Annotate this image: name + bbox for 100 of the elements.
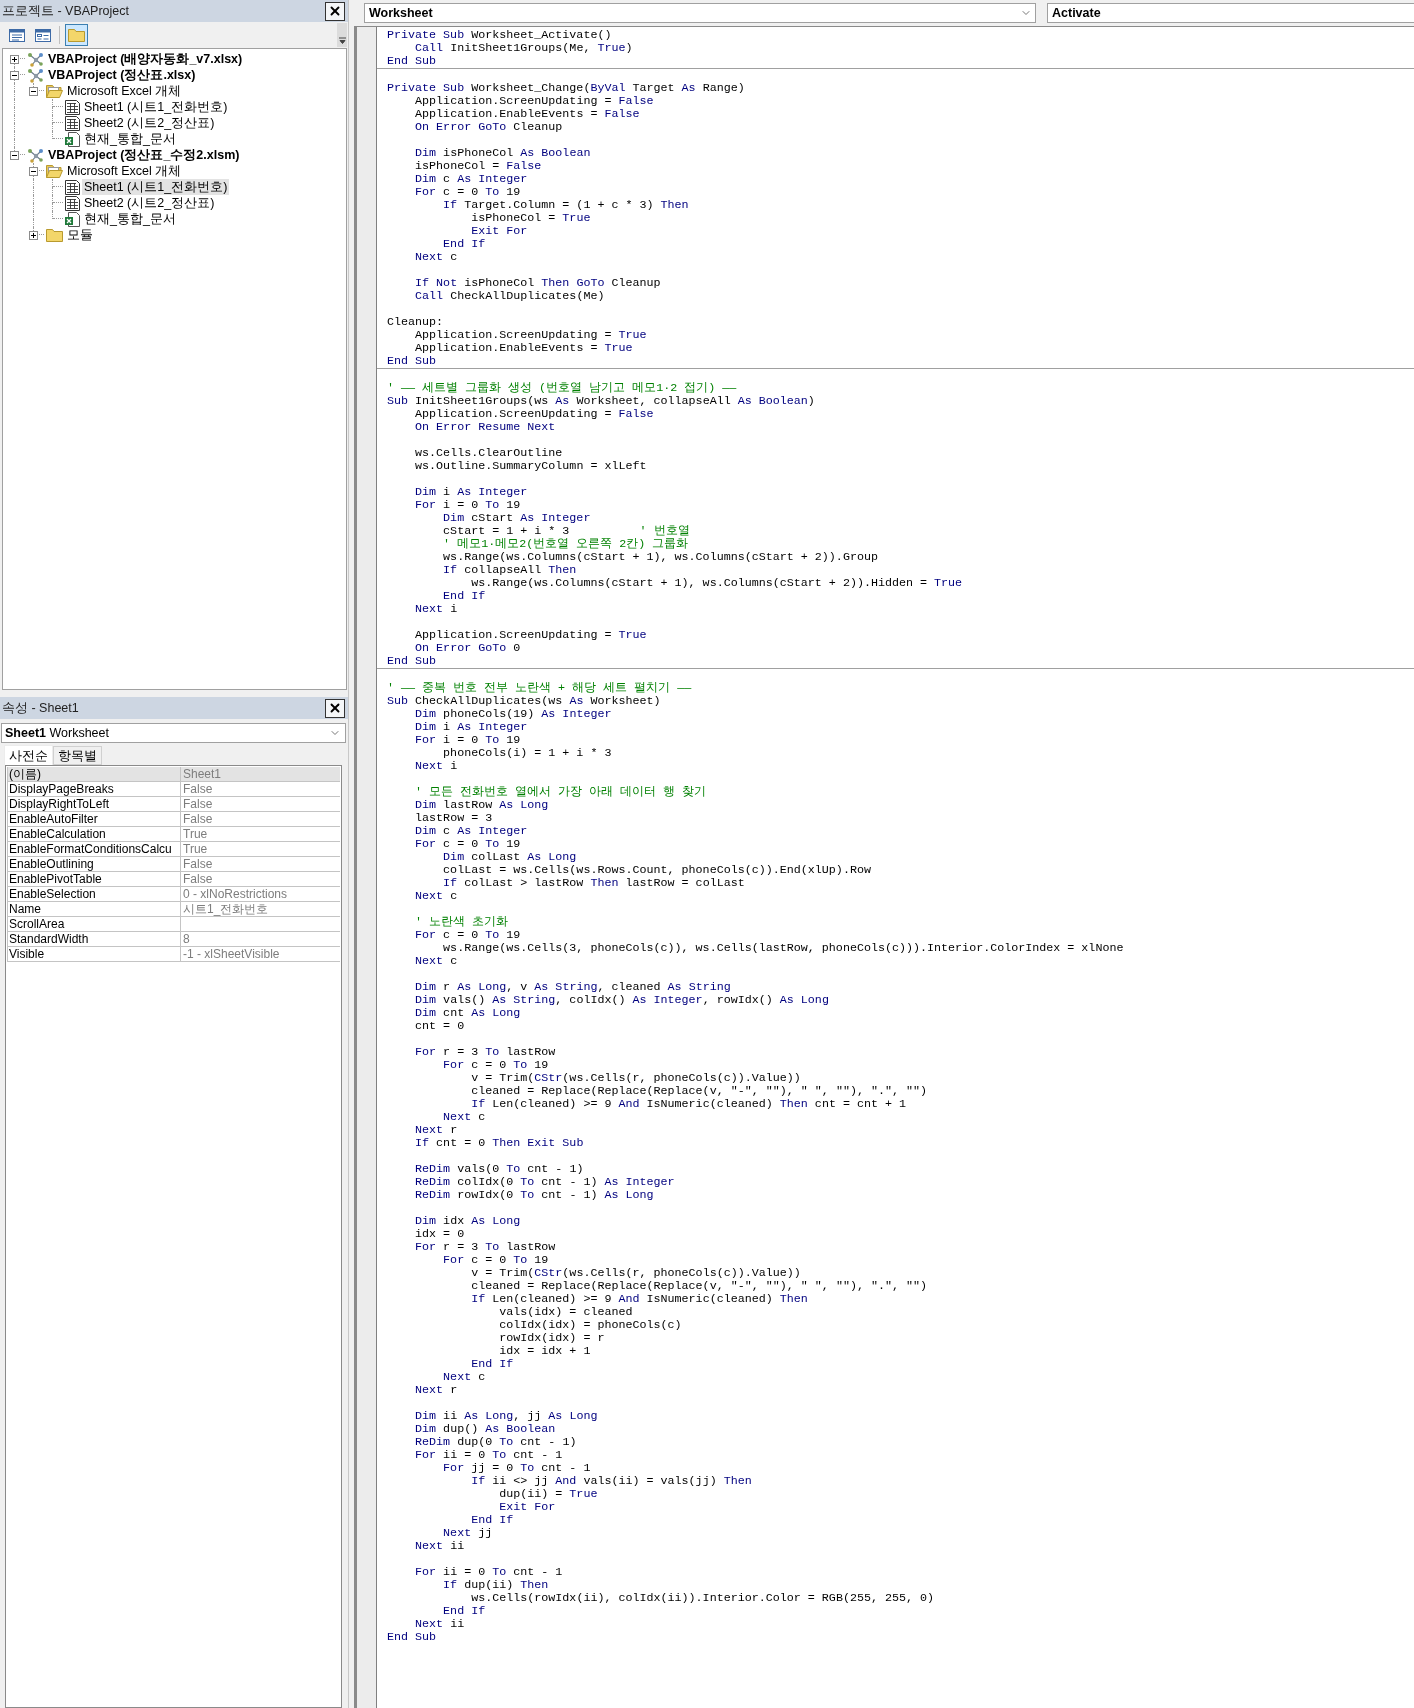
code-line: For c = 0 To 19: [415, 186, 521, 199]
code-line: Dim lastRow As Long: [415, 799, 549, 812]
minus-box-icon[interactable]: [29, 167, 38, 176]
property-row[interactable]: Visible -1 - xlSheetVisible: [7, 947, 340, 962]
code-line: Sub InitSheet1Groups(ws As Worksheet, collapseAll As Boolean): [387, 395, 815, 408]
close-icon: [328, 4, 342, 18]
code-line: cnt = 0: [415, 1020, 465, 1033]
property-name: ScrollArea: [9, 917, 65, 931]
property-row[interactable]: Name 시트1_전화번호: [7, 902, 340, 917]
property-value: 0 - xlNoRestrictions: [183, 887, 288, 901]
close-button[interactable]: [325, 1, 345, 21]
object-dropdown[interactable]: Worksheet: [364, 3, 1036, 23]
property-name: (이름): [9, 767, 41, 781]
property-row[interactable]: StandardWidth 8: [7, 932, 340, 947]
property-row[interactable]: EnableAutoFilter False: [7, 812, 340, 827]
property-name: DisplayPageBreaks: [9, 782, 114, 796]
code-line: On Error GoTo 0: [415, 642, 521, 655]
folder-icon: [46, 228, 63, 242]
plus-box-icon[interactable]: [10, 55, 19, 64]
code-line: Next ii: [415, 1540, 465, 1553]
tree-item[interactable]: VBAProject (배양자동화_v7.xlsx): [46, 51, 245, 67]
code-line: Application.EnableEvents = True: [415, 342, 633, 355]
overflow-button[interactable]: [337, 23, 347, 47]
folder-icon: [68, 28, 85, 42]
property-row[interactable]: ScrollArea: [7, 917, 340, 932]
property-row[interactable]: EnableCalculation True: [7, 827, 340, 842]
code-line: lastRow = 3: [415, 812, 493, 825]
tree-item[interactable]: Sheet2 (시트2_정산표): [82, 115, 217, 131]
sheet-grid-icon: [65, 99, 80, 115]
property-row[interactable]: EnableFormatConditionsCalcu True: [7, 842, 340, 857]
code-line: ws.Range(ws.Columns(cStart + 1), ws.Columns(cStart + 2)).Hidden = True: [471, 577, 963, 590]
code-line: For jj = 0 To cnt - 1: [443, 1462, 591, 1475]
property-name: StandardWidth: [9, 932, 89, 946]
tree-item[interactable]: Microsoft Excel 개체: [65, 163, 184, 179]
code-line: ' 노란색 초기화: [415, 916, 509, 929]
tab[interactable]: 항목별: [53, 746, 102, 765]
code-line: ws.Cells(rowIdx(ii), colIdx(ii)).Interior.Color = RGB(255, 255, 0): [471, 1592, 935, 1605]
minus-box-icon[interactable]: [10, 151, 19, 160]
tab[interactable]: 사전순: [4, 745, 53, 765]
code-line: Dim i As Integer: [415, 721, 528, 734]
code-line: Sub CheckAllDuplicates(ws As Worksheet): [387, 695, 661, 708]
property-row[interactable]: EnableOutlining False: [7, 857, 340, 872]
code-line: idx = 0: [415, 1228, 465, 1241]
code-line: ReDim colIdx(0 To cnt - 1) As Integer: [415, 1176, 675, 1189]
procedure-dropdown[interactable]: Activate: [1047, 3, 1414, 23]
minus-box-icon[interactable]: [29, 87, 38, 96]
code-line: End Sub: [387, 355, 437, 368]
property-name: EnableSelection: [9, 887, 96, 901]
tree-item[interactable]: Microsoft Excel 개체: [65, 83, 184, 99]
code-line: v = Trim(CStr(ws.Cells(r, phoneCols(c)).Value)): [471, 1072, 801, 1085]
code-line: For i = 0 To 19: [415, 734, 521, 747]
code-line: Dim r As Long, v As String, cleaned As String: [415, 981, 731, 994]
code-line: For c = 0 To 19: [415, 838, 521, 851]
code-line: For i = 0 To 19: [415, 499, 521, 512]
property-name: EnableCalculation: [9, 827, 106, 841]
plus-box-icon[interactable]: [29, 231, 38, 240]
tree-item[interactable]: Sheet1 (시트1_전화번호): [82, 179, 230, 195]
code-line: Next r: [415, 1384, 458, 1397]
minus-box-icon[interactable]: [10, 71, 19, 80]
code-line: Next c: [443, 1371, 486, 1384]
code-line: Private Sub Worksheet_Activate(): [387, 29, 612, 42]
property-value: False: [183, 872, 213, 886]
code-line: ReDim vals(0 To cnt - 1): [415, 1163, 584, 1176]
code-line: Next ii: [415, 1618, 465, 1631]
code-editor[interactable]: [354, 26, 1414, 1708]
property-row[interactable]: DisplayPageBreaks False: [7, 782, 340, 797]
property-value: False: [183, 812, 213, 826]
panel-title: 속성 - Sheet1: [2, 700, 79, 716]
property-row[interactable]: DisplayRightToLeft False: [7, 797, 340, 812]
tree-item[interactable]: Sheet2 (시트2_정산표): [82, 195, 217, 211]
code-line: Dim dup() As Boolean: [415, 1423, 556, 1436]
code-line: End Sub: [387, 655, 437, 668]
code-line: v = Trim(CStr(ws.Cells(r, phoneCols(c)).Value)): [471, 1267, 801, 1280]
code-line: End If: [471, 1514, 514, 1527]
code-line: Dim ii As Long, jj As Long: [415, 1410, 598, 1423]
property-row[interactable]: EnableSelection 0 - xlNoRestrictions: [7, 887, 340, 902]
code-line: ws.Cells.ClearOutline: [415, 447, 563, 460]
tree-item[interactable]: VBAProject (정산표.xlsx): [46, 67, 198, 83]
code-line: Exit For: [499, 1501, 556, 1514]
network-icon: [27, 67, 44, 83]
code-line: ws.Range(ws.Columns(cStart + 1), ws.Columns(cStart + 2)).Group: [443, 551, 878, 564]
object-dropdown[interactable]: Sheet1 Worksheet: [1, 723, 346, 743]
property-value: -1 - xlSheetVisible: [183, 947, 280, 961]
code-line: For ii = 0 To cnt - 1: [415, 1449, 563, 1462]
property-row[interactable]: EnablePivotTable False: [7, 872, 340, 887]
code-line: Exit For: [471, 225, 528, 238]
tree-item[interactable]: 현재_통합_문서: [82, 211, 178, 227]
panel-title: 프로젝트 - VBAProject: [2, 3, 130, 19]
sheet-grid-icon: [65, 195, 80, 211]
property-value: 시트1_전화번호: [183, 902, 269, 916]
code-line: idx = idx + 1: [499, 1345, 591, 1358]
close-button[interactable]: [325, 698, 345, 718]
tree-item[interactable]: 현재_통합_문서: [82, 131, 178, 147]
form-window-icon: [34, 28, 51, 42]
property-row[interactable]: (이름) Sheet1: [7, 767, 340, 782]
tree-item[interactable]: VBAProject (정산표_수정2.xlsm): [46, 147, 242, 163]
toolbar-button[interactable]: [65, 24, 88, 46]
tree-item[interactable]: Sheet1 (시트1_전화번호): [82, 99, 230, 115]
code-line: rowIdx(idx) = r: [499, 1332, 605, 1345]
tree-item[interactable]: 모듈: [65, 227, 95, 243]
